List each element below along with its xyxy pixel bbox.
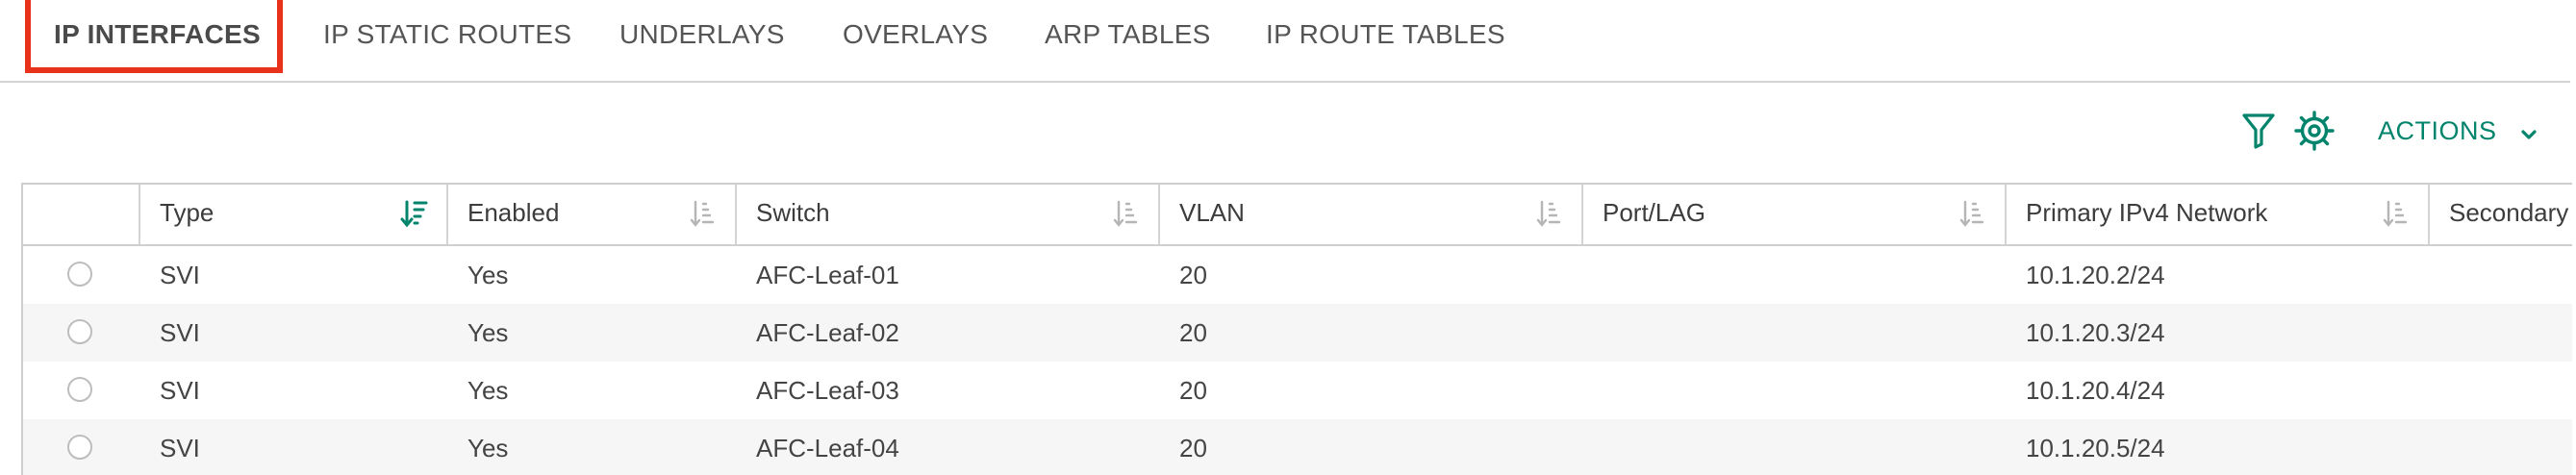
column-label: Primary IPv4 Network — [2026, 198, 2268, 227]
column-header-select — [23, 185, 140, 244]
cell-enabled: Yes — [467, 318, 509, 347]
cell-switch: AFC-Leaf-01 — [756, 261, 899, 289]
cell-primary-ipv4: 10.1.20.3/24 — [2026, 318, 2165, 347]
column-label: Enabled — [467, 198, 560, 227]
sort-icon[interactable] — [2382, 198, 2409, 234]
column-header-port-lag[interactable]: Port/LAG — [1583, 185, 2007, 244]
column-header-switch[interactable]: Switch — [737, 185, 1160, 244]
cell-enabled: Yes — [467, 261, 509, 289]
cell-primary-ipv4: 10.1.20.2/24 — [2026, 261, 2165, 289]
page: IP INTERFACES IP STATIC ROUTES UNDERLAYS… — [0, 0, 2576, 475]
column-label: Port/LAG — [1603, 198, 1705, 227]
column-header-primary-ipv4[interactable]: Primary IPv4 Network — [2007, 185, 2430, 244]
cell-switch: AFC-Leaf-02 — [756, 318, 899, 347]
tab-ip-route-tables[interactable]: IP ROUTE TABLES — [1266, 0, 1505, 69]
table-row[interactable]: SVI Yes AFC-Leaf-03 20 10.1.20.4/24 — [23, 362, 2572, 419]
cell-vlan: 20 — [1179, 376, 1207, 405]
column-label: Type — [160, 198, 215, 227]
tab-arp-tables[interactable]: ARP TABLES — [1045, 0, 1211, 69]
sort-icon[interactable] — [1958, 198, 1985, 234]
tab-ip-interfaces[interactable]: IP INTERFACES — [54, 0, 261, 69]
table-row[interactable]: SVI Yes AFC-Leaf-01 20 10.1.20.2/24 — [23, 246, 2572, 304]
row-select-radio[interactable] — [67, 262, 92, 287]
row-select-radio[interactable] — [67, 435, 92, 460]
actions-menu-button[interactable]: ACTIONS — [2378, 112, 2538, 150]
cell-type: SVI — [160, 318, 200, 347]
column-label: VLAN — [1179, 198, 1245, 227]
gear-icon[interactable] — [2293, 110, 2336, 157]
cell-enabled: Yes — [467, 376, 509, 405]
column-label: Switch — [756, 198, 830, 227]
table-header: Type Enabled Switch VLAN Port/LAG Primar… — [23, 185, 2572, 246]
cell-primary-ipv4: 10.1.20.5/24 — [2026, 434, 2165, 462]
tab-underlays[interactable]: UNDERLAYS — [619, 0, 785, 69]
sort-icon[interactable] — [689, 198, 716, 234]
cell-primary-ipv4: 10.1.20.4/24 — [2026, 376, 2165, 405]
cell-type: SVI — [160, 376, 200, 405]
cell-enabled: Yes — [467, 434, 509, 462]
cell-type: SVI — [160, 434, 200, 462]
column-header-enabled[interactable]: Enabled — [448, 185, 737, 244]
chevron-down-icon — [2520, 113, 2538, 152]
actions-label: ACTIONS — [2378, 116, 2497, 145]
tab-ip-static-routes[interactable]: IP STATIC ROUTES — [323, 0, 571, 69]
row-select-radio[interactable] — [67, 377, 92, 402]
filter-icon[interactable] — [2241, 112, 2276, 155]
sort-icon[interactable] — [1535, 198, 1562, 234]
cell-switch: AFC-Leaf-04 — [756, 434, 899, 462]
sort-icon[interactable] — [1112, 198, 1139, 234]
column-label: Secondary — [2449, 198, 2569, 227]
table-row[interactable]: SVI Yes AFC-Leaf-02 20 10.1.20.3/24 — [23, 304, 2572, 362]
cell-vlan: 20 — [1179, 261, 1207, 289]
tab-bar: IP INTERFACES IP STATIC ROUTES UNDERLAYS… — [0, 0, 2570, 83]
column-header-vlan[interactable]: VLAN — [1160, 185, 1583, 244]
ip-interfaces-table: Type Enabled Switch VLAN Port/LAG Primar… — [21, 183, 2572, 475]
table-row[interactable]: SVI Yes AFC-Leaf-04 20 10.1.20.5/24 — [23, 419, 2572, 475]
column-header-secondary[interactable]: Secondary — [2430, 185, 2572, 244]
cell-vlan: 20 — [1179, 434, 1207, 462]
column-header-type[interactable]: Type — [140, 185, 448, 244]
sort-active-icon[interactable] — [400, 198, 429, 234]
tab-overlays[interactable]: OVERLAYS — [843, 0, 988, 69]
cell-vlan: 20 — [1179, 318, 1207, 347]
cell-switch: AFC-Leaf-03 — [756, 376, 899, 405]
cell-type: SVI — [160, 261, 200, 289]
row-select-radio[interactable] — [67, 319, 92, 344]
